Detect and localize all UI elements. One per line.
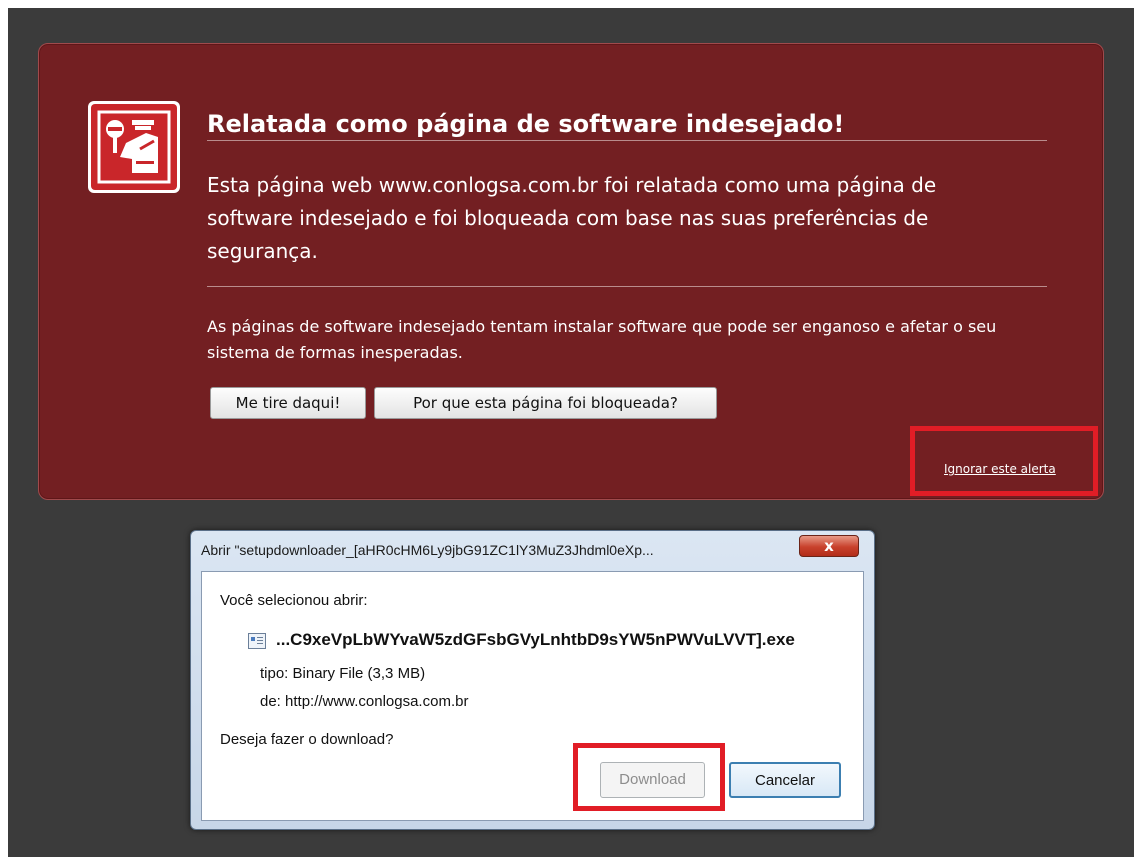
warning-title: Relatada como página de software indesej… bbox=[207, 110, 845, 138]
divider bbox=[207, 286, 1047, 287]
why-blocked-button[interactable]: Por que esta página foi bloqueada? bbox=[374, 387, 717, 419]
file-name: ...C9xeVpLbWYvaW5zdGFsbGVyLnhtbD9sYW5nPW… bbox=[276, 630, 795, 649]
close-button[interactable]: x bbox=[799, 535, 859, 557]
file-source-value: http://www.conlogsa.com.br bbox=[285, 693, 469, 710]
warning-shield-icon bbox=[88, 101, 180, 193]
file-type-label: tipo: bbox=[260, 665, 289, 682]
divider bbox=[207, 140, 1047, 141]
file-type-value: Binary File (3,3 MB) bbox=[292, 665, 426, 682]
highlight-box-ignore bbox=[910, 426, 1098, 496]
dialog-body: Você selecionou abrir: ...C9xeVpLbWYvaW5… bbox=[201, 571, 864, 821]
download-question: Deseja fazer o download? bbox=[220, 731, 394, 748]
open-prompt: Você selecionou abrir: bbox=[220, 592, 368, 609]
download-dialog: Abrir "setupdownloader_[aHR0cHM6Ly9jbG91… bbox=[190, 530, 875, 830]
file-type: tipo: Binary File (3,3 MB) bbox=[260, 665, 425, 682]
cancel-button[interactable]: Cancelar bbox=[729, 762, 841, 798]
warning-explanation: As páginas de software indesejado tentam… bbox=[207, 317, 997, 362]
get-me-out-button[interactable]: Me tire daqui! bbox=[210, 387, 366, 419]
dialog-title: Abrir "setupdownloader_[aHR0cHM6Ly9jbG91… bbox=[201, 542, 654, 558]
warning-description: Esta página web www.conlogsa.com.br foi … bbox=[207, 173, 937, 263]
file-source: de: http://www.conlogsa.com.br bbox=[260, 693, 468, 710]
executable-file-icon bbox=[248, 633, 266, 649]
file-source-label: de: bbox=[260, 693, 281, 710]
highlight-box-download bbox=[573, 743, 725, 811]
